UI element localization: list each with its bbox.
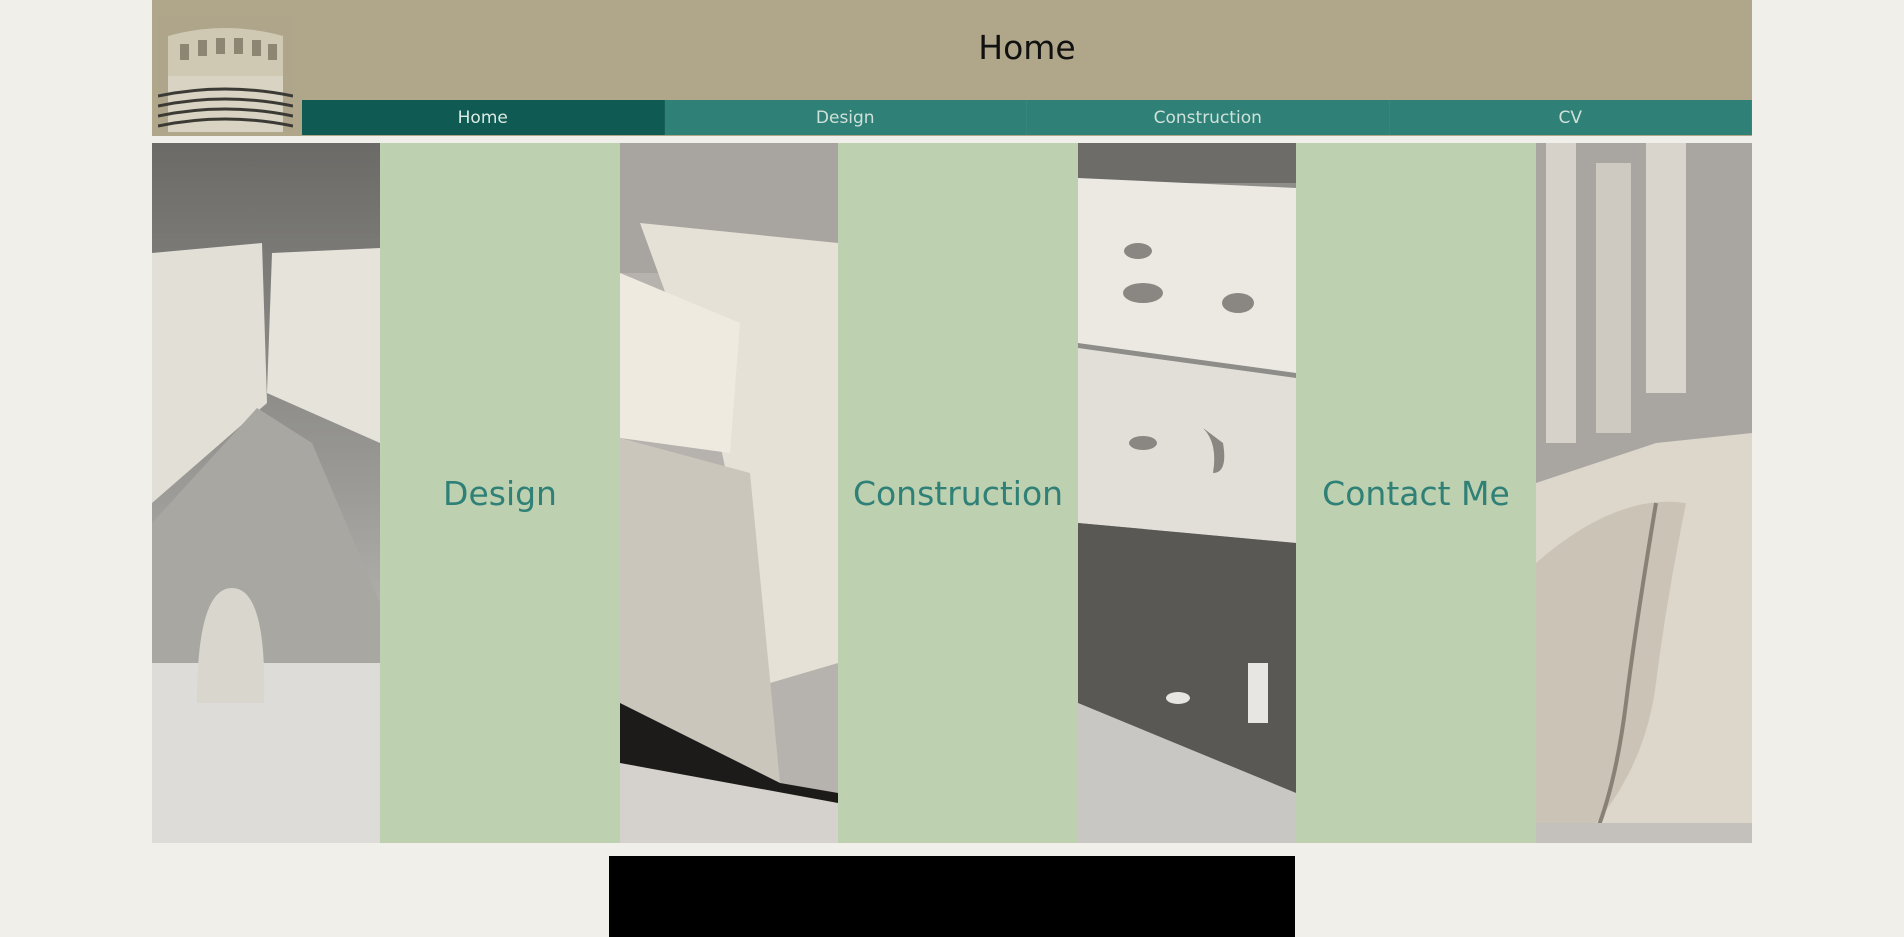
main-nav: Home Design Construction CV — [302, 100, 1752, 135]
logo-image[interactable] — [158, 16, 293, 132]
sculpture-photo-1 — [152, 143, 380, 843]
sculpture-photo-3 — [1078, 143, 1296, 843]
video-player[interactable] — [609, 856, 1295, 937]
design-link-panel[interactable]: Design — [380, 143, 620, 843]
construction-link-panel[interactable]: Construction — [838, 143, 1078, 843]
gallery-strip: Design Construction Contact Me — [152, 143, 1752, 843]
building-logo-icon — [158, 16, 293, 132]
nav-item-cv[interactable]: CV — [1390, 100, 1752, 135]
contact-link-label: Contact Me — [1322, 473, 1510, 513]
nav-item-home[interactable]: Home — [302, 100, 665, 135]
site-container: Home Home Design Construction CV Design … — [152, 0, 1752, 937]
site-header: Home Home Design Construction CV — [152, 0, 1752, 136]
design-link-label: Design — [443, 473, 557, 513]
nav-item-construction[interactable]: Construction — [1027, 100, 1390, 135]
construction-link-label: Construction — [852, 473, 1064, 513]
sculpture-photo-4 — [1536, 143, 1752, 843]
sculpture-photo-2 — [620, 143, 838, 843]
page-title: Home — [978, 28, 1076, 67]
nav-item-design[interactable]: Design — [665, 100, 1027, 135]
contact-link-panel[interactable]: Contact Me — [1296, 143, 1536, 843]
